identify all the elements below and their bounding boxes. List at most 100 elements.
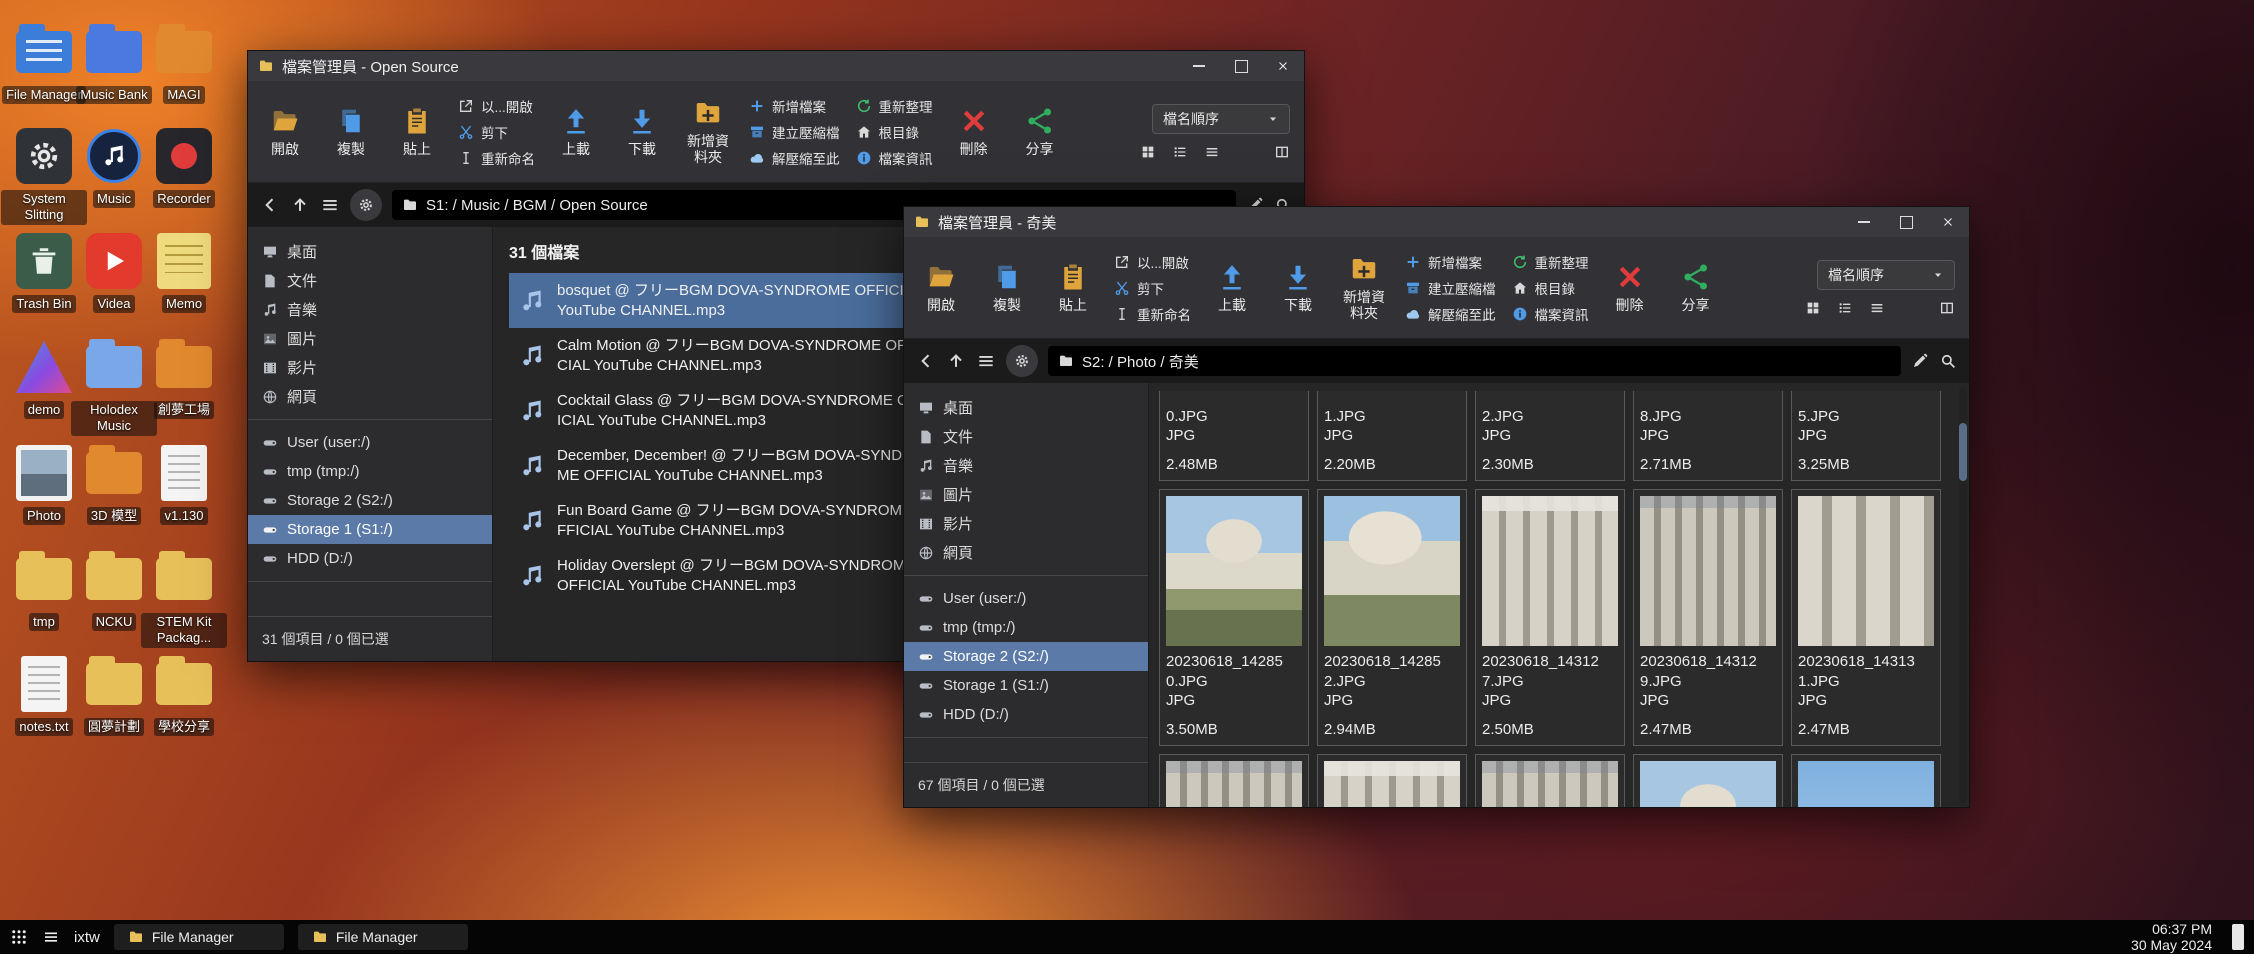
sidebar-item-documents[interactable]: 文件 [248,266,492,295]
photo-cell[interactable]: 2.JPGJPG2.30MB [1475,391,1625,481]
photo-cell[interactable]: 1.JPGJPG2.20MB [1317,391,1467,481]
photo-cell[interactable] [1475,754,1625,807]
clock[interactable]: 06:37 PM 30 May 2024 [2131,921,2218,953]
desktop-icon-school-share[interactable]: 學校分享 [140,653,228,736]
sort-dropdown[interactable]: 檔名順序 [1817,260,1955,290]
photo-cell[interactable]: 20230618_142850.JPGJPG3.50MB [1159,489,1309,746]
sidebar-item-tmp-drive[interactable]: tmp (tmp:/) [904,613,1148,642]
scrollbar-thumb[interactable] [1959,423,1967,481]
photo-cell[interactable]: 20230618_143127.JPGJPG2.50MB [1475,489,1625,746]
columns-view-icon[interactable] [1274,144,1290,160]
sidebar-item-videos[interactable]: 影片 [248,353,492,382]
open-with-button[interactable]: 以...開啟 [1114,252,1191,272]
scrollbar[interactable] [1959,387,1967,803]
delete-button[interactable]: 刪除 [1605,262,1655,313]
menu-icon[interactable] [976,351,996,371]
sidebar-item-documents[interactable]: 文件 [904,422,1148,451]
sidebar-item-videos[interactable]: 影片 [904,509,1148,538]
photo-cell[interactable]: 5.JPGJPG3.25MB [1791,391,1941,481]
compact-view-icon[interactable] [1204,144,1220,160]
menu-icon[interactable] [320,195,340,215]
sidebar-item-music[interactable]: 音樂 [248,295,492,324]
list-view-icon[interactable] [1837,300,1853,316]
sidebar-item-pictures[interactable]: 圖片 [904,480,1148,509]
sidebar-item-desktop[interactable]: 桌面 [248,237,492,266]
show-desktop-button[interactable] [2232,924,2244,950]
new-folder-button[interactable]: 新增資料夾 [1339,254,1389,321]
edit-path-icon[interactable] [1911,352,1929,370]
download-button[interactable]: 下載 [1273,262,1323,313]
desktop-icon-v1130[interactable]: v1.130 [140,442,228,525]
sidebar-item-web[interactable]: 網頁 [248,382,492,411]
sidebar-item-desktop[interactable]: 桌面 [904,393,1148,422]
file-info-button[interactable]: 檔案資訊 [856,148,933,168]
list-view-icon[interactable] [1172,144,1188,160]
titlebar[interactable]: 檔案管理員 - Open Source [248,51,1304,81]
desktop-icon-memo[interactable]: Memo [140,230,228,313]
sidebar-item-tmp-drive[interactable]: tmp (tmp:/) [248,457,492,486]
input-method-indicator[interactable]: ixtw [74,929,100,946]
photo-cell[interactable]: 0.JPGJPG2.48MB [1159,391,1309,481]
photo-cell[interactable]: 8.JPGJPG2.71MB [1633,391,1783,481]
sidebar-item-user-drive[interactable]: User (user:/) [904,584,1148,613]
open-button[interactable]: 開啟 [916,262,966,313]
photo-cell[interactable] [1791,754,1941,807]
desktop-icon-recorder[interactable]: Recorder [140,125,228,208]
sort-dropdown[interactable]: 檔名順序 [1152,104,1290,134]
sidebar-item-storage-2[interactable]: Storage 2 (S2:/) [248,486,492,515]
file-info-button[interactable]: 檔案資訊 [1512,304,1589,324]
refresh-button[interactable]: 重新整理 [1512,252,1589,272]
grid-view-icon[interactable] [1805,300,1821,316]
upload-button[interactable]: 上載 [551,106,601,157]
photo-cell[interactable]: 20230618_142852.JPGJPG2.94MB [1317,489,1467,746]
sidebar-item-storage-2[interactable]: Storage 2 (S2:/) [904,642,1148,671]
sidebar-item-hdd[interactable]: HDD (D:/) [248,544,492,573]
new-file-button[interactable]: 新增檔案 [1405,252,1496,272]
open-with-button[interactable]: 以...開啟 [458,96,535,116]
refresh-button[interactable]: 重新整理 [856,96,933,116]
taskbar-item-file-manager-1[interactable]: File Manager [114,924,284,950]
photo-cell[interactable] [1159,754,1309,807]
maximize-button[interactable] [1220,51,1262,81]
close-button[interactable] [1262,51,1304,81]
sidebar-item-hdd[interactable]: HDD (D:/) [904,700,1148,729]
grid-view-icon[interactable] [1140,144,1156,160]
desktop-icon-dream-factory[interactable]: 創夢工場 [140,336,228,419]
photo-cell[interactable]: 20230618_143129.JPGJPG2.47MB [1633,489,1783,746]
up-icon[interactable] [290,195,310,215]
app-launcher-icon[interactable] [10,928,28,946]
titlebar[interactable]: 檔案管理員 - 奇美 [904,207,1969,237]
settings-button[interactable] [350,189,382,221]
open-button[interactable]: 開啟 [260,106,310,157]
upload-button[interactable]: 上載 [1207,262,1257,313]
rename-button[interactable]: 重新命名 [458,148,535,168]
search-icon[interactable] [1939,352,1957,370]
sidebar-item-storage-1[interactable]: Storage 1 (S1:/) [248,515,492,544]
photo-cell[interactable]: 20230618_143131.JPGJPG2.47MB [1791,489,1941,746]
root-button[interactable]: 根目錄 [1512,278,1589,298]
create-archive-button[interactable]: 建立壓縮檔 [1405,278,1496,298]
desktop-icon-magi[interactable]: MAGI [140,21,228,104]
share-button[interactable]: 分享 [1015,106,1065,157]
sidebar-item-storage-1[interactable]: Storage 1 (S1:/) [904,671,1148,700]
paste-button[interactable]: 貼上 [392,106,442,157]
minimize-button[interactable] [1178,51,1220,81]
sidebar-item-pictures[interactable]: 圖片 [248,324,492,353]
close-button[interactable] [1927,207,1969,237]
cut-button[interactable]: 剪下 [1114,278,1191,298]
window-list-icon[interactable] [42,928,60,946]
compact-view-icon[interactable] [1869,300,1885,316]
maximize-button[interactable] [1885,207,1927,237]
new-folder-button[interactable]: 新增資料夾 [683,98,733,165]
download-button[interactable]: 下載 [617,106,667,157]
paste-button[interactable]: 貼上 [1048,262,1098,313]
desktop-icon-stem-kit[interactable]: STEM Kit Packag... [140,548,228,648]
back-icon[interactable] [916,351,936,371]
share-button[interactable]: 分享 [1671,262,1721,313]
new-file-button[interactable]: 新增檔案 [749,96,840,116]
extract-here-button[interactable]: 解壓縮至此 [1405,304,1496,324]
taskbar-item-file-manager-2[interactable]: File Manager [298,924,468,950]
minimize-button[interactable] [1843,207,1885,237]
sidebar-item-user-drive[interactable]: User (user:/) [248,428,492,457]
sidebar-item-web[interactable]: 網頁 [904,538,1148,567]
